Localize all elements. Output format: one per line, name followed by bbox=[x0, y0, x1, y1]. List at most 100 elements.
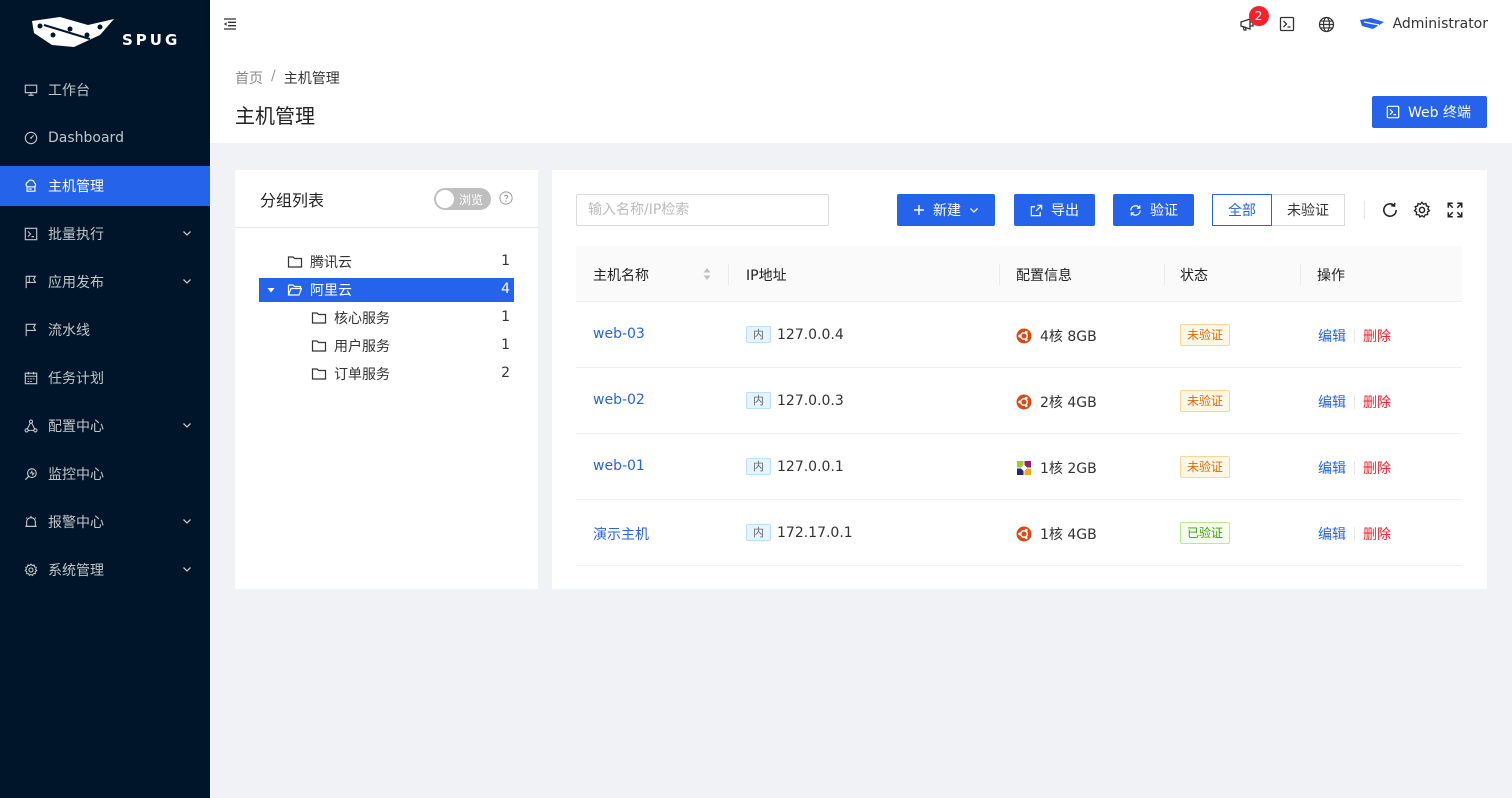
host-ip-cell: 内 172.17.0.1 bbox=[746, 524, 853, 541]
browse-mode-switch[interactable]: 浏览 bbox=[434, 188, 491, 210]
schedule-icon bbox=[24, 371, 38, 385]
host-config-cell: 1核 4GB bbox=[1016, 524, 1097, 544]
notification-button[interactable]: 2 bbox=[1227, 0, 1269, 48]
sidebar-item-7[interactable]: 配置中心 bbox=[0, 406, 210, 446]
folder-open-icon bbox=[287, 284, 303, 296]
col-ip: IP地址 bbox=[746, 268, 787, 284]
sidebar-item-label: 流水线 bbox=[48, 323, 90, 339]
host-name-link[interactable]: 演示主机 bbox=[593, 524, 649, 544]
sidebar-item-3[interactable]: 批量执行 bbox=[0, 214, 210, 254]
tree-node[interactable]: 核心服务 1 bbox=[259, 306, 514, 330]
edit-link[interactable]: 编辑 bbox=[1318, 527, 1346, 543]
folder-icon bbox=[311, 312, 327, 324]
sidebar: SPUG 工作台 Dashboard 主机管理批量执行应用发布流水线任务计划配置中心… bbox=[0, 0, 210, 798]
delete-link[interactable]: 删除 bbox=[1363, 395, 1391, 411]
tree-node[interactable]: 用户服务 1 bbox=[259, 334, 514, 358]
host-ip: 127.0.0.4 bbox=[777, 327, 844, 343]
edit-link[interactable]: 编辑 bbox=[1318, 461, 1346, 477]
sidebar-item-6[interactable]: 任务计划 bbox=[0, 358, 210, 398]
sidebar-item-label: 批量执行 bbox=[48, 227, 104, 243]
page-header: 首页 / 主机管理 主机管理 Web 终端 bbox=[210, 48, 1512, 143]
tree-node[interactable]: 腾讯云 1 bbox=[259, 250, 514, 274]
header-toolbar: 2 Administrator bbox=[1227, 0, 1488, 48]
status-badge: 已验证 bbox=[1180, 522, 1231, 544]
sidebar-item-5[interactable]: 流水线 bbox=[0, 310, 210, 350]
chevron-down-icon bbox=[183, 231, 191, 236]
ip-type-tag: 内 bbox=[746, 326, 771, 343]
delete-link[interactable]: 删除 bbox=[1363, 329, 1391, 345]
delete-link[interactable]: 删除 bbox=[1363, 527, 1391, 543]
chevron-down-icon bbox=[183, 423, 191, 428]
host-actions-cell: 编辑 删除 bbox=[1318, 392, 1391, 412]
breadcrumb-home[interactable]: 首页 bbox=[235, 68, 263, 88]
tree-node-label: 阿里云 bbox=[310, 283, 352, 299]
host-config-cell: 4核 8GB bbox=[1016, 326, 1097, 346]
delete-link[interactable]: 删除 bbox=[1363, 461, 1391, 477]
plus-icon bbox=[914, 205, 924, 215]
switch-label: 浏览 bbox=[459, 193, 484, 207]
tree-node[interactable]: 订单服务 2 bbox=[259, 362, 514, 386]
host-name-link[interactable]: web-01 bbox=[593, 458, 645, 474]
dashboard-icon bbox=[24, 131, 38, 145]
ip-type-tag: 内 bbox=[746, 458, 771, 475]
question-circle-icon[interactable] bbox=[499, 191, 513, 205]
group-list-header: 分组列表 浏览 bbox=[235, 170, 538, 228]
terminal-button[interactable] bbox=[1267, 0, 1307, 48]
sidebar-item-label: 监控中心 bbox=[48, 467, 104, 483]
sidebar-item-0[interactable]: 工作台 bbox=[0, 70, 210, 110]
app-logo[interactable]: SPUG bbox=[0, 0, 210, 66]
chevron-down-icon bbox=[183, 279, 191, 284]
web-terminal-button[interactable]: Web 终端 bbox=[1372, 96, 1487, 128]
host-ip: 127.0.0.3 bbox=[777, 393, 844, 409]
col-divider bbox=[728, 264, 729, 286]
action-divider bbox=[1354, 329, 1355, 343]
menu-fold-icon[interactable] bbox=[222, 16, 238, 32]
tree-node-label: 用户服务 bbox=[334, 339, 390, 355]
group-tree: 腾讯云 1 阿里云 4 核心服务 1 用户服务 1 订单服务 2 bbox=[235, 228, 538, 386]
language-button[interactable] bbox=[1307, 0, 1347, 48]
table-body: web-03 内 127.0.0.4 4核 8GB 未验证 编辑 删除 web-02 内 127.… bbox=[576, 302, 1462, 566]
host-ip: 172.17.0.1 bbox=[777, 525, 853, 541]
tree-node-label: 订单服务 bbox=[334, 367, 390, 383]
top-header: 2 Administrator bbox=[210, 0, 1512, 48]
folder-icon bbox=[287, 256, 303, 268]
sidebar-menu: 工作台 Dashboard 主机管理批量执行应用发布流水线任务计划配置中心监控中心报… bbox=[0, 70, 210, 590]
col-host-name[interactable]: 主机名称 bbox=[593, 265, 649, 285]
new-host-button[interactable]: 新建 bbox=[897, 194, 995, 226]
caret-down-icon[interactable] bbox=[265, 284, 277, 296]
host-ip: 127.0.0.1 bbox=[777, 459, 844, 475]
fullscreen-icon[interactable] bbox=[1446, 201, 1464, 219]
tree-node[interactable]: 阿里云 4 bbox=[259, 278, 514, 302]
flag-icon bbox=[25, 275, 37, 289]
sidebar-item-10[interactable]: 系统管理 bbox=[0, 550, 210, 590]
filter-all[interactable]: 全部 bbox=[1212, 194, 1272, 226]
sidebar-item-1[interactable]: Dashboard bbox=[0, 118, 210, 158]
export-button[interactable]: 导出 bbox=[1014, 194, 1095, 226]
verify-button[interactable]: 验证 bbox=[1113, 194, 1194, 226]
sidebar-item-label: Dashboard bbox=[48, 130, 124, 146]
edit-link[interactable]: 编辑 bbox=[1318, 329, 1346, 345]
sidebar-item-4[interactable]: 应用发布 bbox=[0, 262, 210, 302]
filter-unverified[interactable]: 未验证 bbox=[1272, 194, 1345, 226]
sort-icon[interactable] bbox=[703, 267, 711, 281]
breadcrumb-separator: / bbox=[271, 68, 276, 84]
edit-link[interactable]: 编辑 bbox=[1318, 395, 1346, 411]
host-name-link[interactable]: web-02 bbox=[593, 392, 645, 408]
host-ip-cell: 内 127.0.0.3 bbox=[746, 392, 844, 409]
deployment-icon bbox=[24, 419, 38, 433]
search-input[interactable] bbox=[576, 194, 829, 226]
reload-icon[interactable] bbox=[1381, 201, 1399, 219]
setting-icon[interactable] bbox=[1413, 201, 1431, 219]
sidebar-item-2[interactable]: 主机管理 bbox=[0, 166, 210, 206]
user-menu[interactable]: Administrator bbox=[1359, 16, 1488, 32]
sidebar-item-9[interactable]: 报警中心 bbox=[0, 502, 210, 542]
sidebar-item-label: 报警中心 bbox=[48, 515, 104, 531]
host-name-link[interactable]: web-03 bbox=[593, 326, 645, 342]
breadcrumb: 首页 / 主机管理 bbox=[235, 68, 340, 88]
toolbar-divider bbox=[1364, 201, 1365, 219]
cloud-server-icon bbox=[25, 179, 37, 192]
col-status: 状态 bbox=[1180, 268, 1208, 284]
host-status-cell: 未验证 bbox=[1180, 324, 1231, 346]
sidebar-item-8[interactable]: 监控中心 bbox=[0, 454, 210, 494]
centos-icon bbox=[1017, 461, 1031, 475]
